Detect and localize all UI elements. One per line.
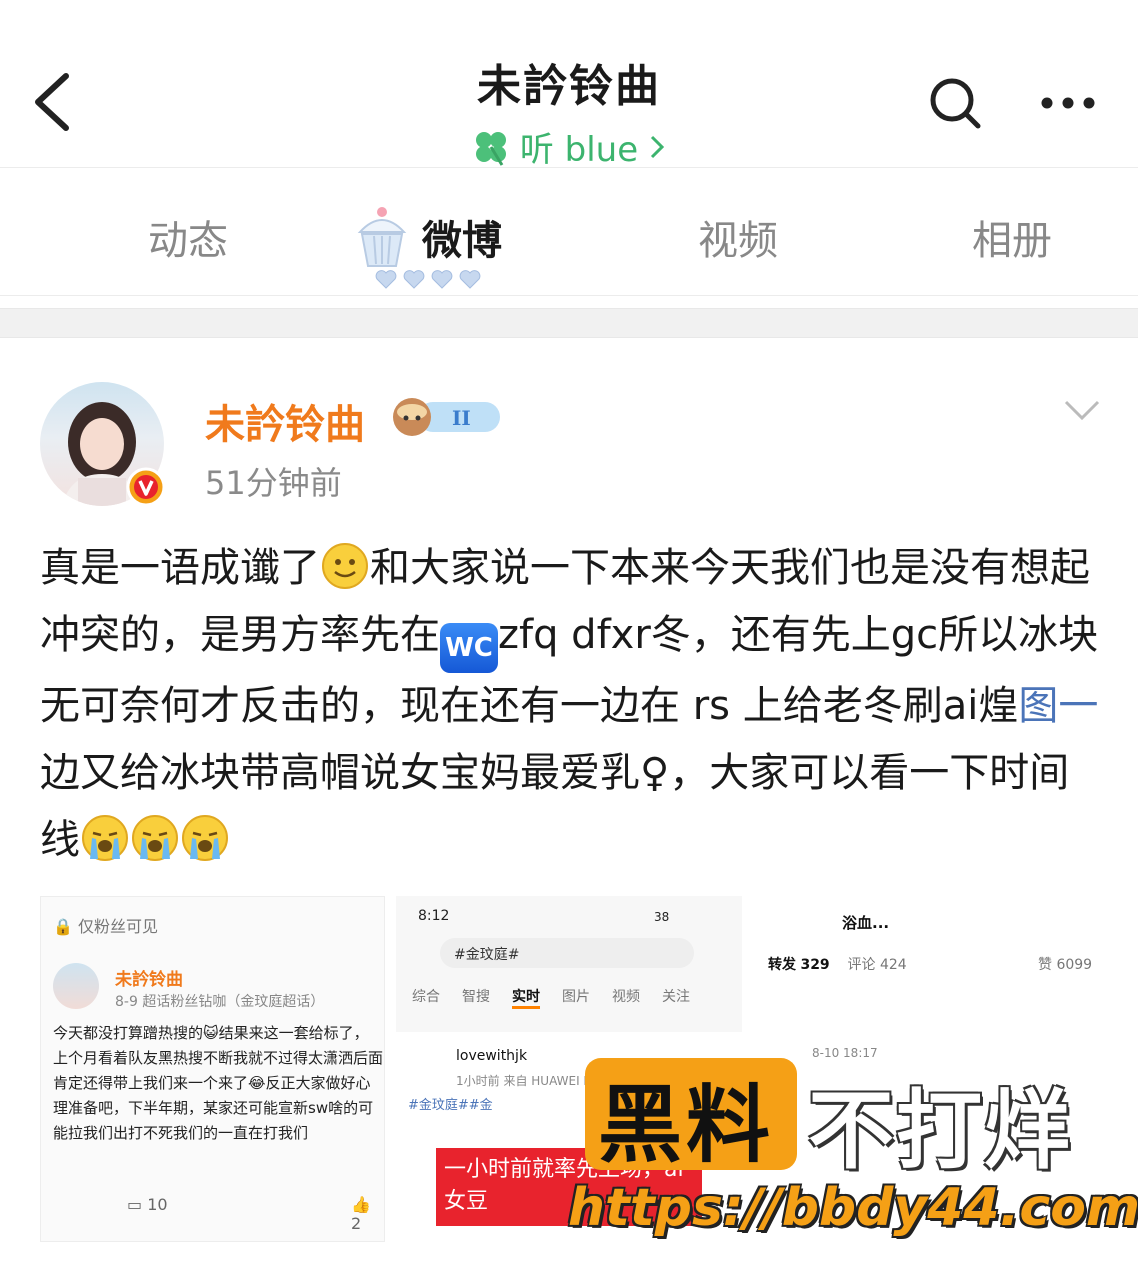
tab-dynamic[interactable]: 动态 (148, 208, 228, 266)
screenshot-search-field: #金玟庭# (440, 938, 694, 968)
screenshot-date: 8-10 18:17 (812, 1046, 878, 1060)
hearts-decoration-icon (375, 270, 481, 289)
tab-weibo[interactable]: 微博 (422, 208, 502, 266)
tab-album[interactable]: 相册 (972, 208, 1052, 266)
comment-count-value: 10 (147, 1195, 168, 1214)
tab-label-active: 实时 (512, 986, 540, 1009)
like-count: 👍 2 (351, 1195, 384, 1233)
screenshot-tabs: 综合 智搜 实时 图片 视频 关注 (412, 986, 732, 1009)
tab-label: 视频 (612, 989, 640, 1005)
post-text-part-1: 真是一语成谶了 (40, 545, 320, 591)
screenshot-username: lovewithjk (456, 1048, 528, 1064)
wc-emoji-badge: WC (440, 623, 498, 673)
post-time: 51分钟前 (205, 464, 342, 502)
screenshot-likes: 赞 6099 (1038, 954, 1092, 974)
smile-emoji-icon (322, 543, 368, 589)
cupcake-decoration-icon (357, 207, 407, 267)
author-name[interactable]: 未訡铃曲 (205, 392, 365, 450)
chevron-right-icon (651, 135, 665, 158)
post-text: 真是一语成谶了 和大家说一下本来今天我们也是没有想起冲突的，是男方率先在 WC zfq… (40, 535, 1100, 874)
post-image-1[interactable]: 🔒 仅粉丝可见 未訡铃曲 8-9 超话粉丝钻咖（金玟庭超话） 今天都没打算蹭热搜… (40, 896, 385, 1242)
lock-icon: 🔒 (53, 917, 73, 936)
more-options-icon[interactable] (1040, 96, 1096, 110)
comment-count: ▭ 10 (127, 1195, 168, 1214)
tab-label: 综合 (412, 989, 440, 1005)
level-text: II (452, 406, 471, 430)
comment-icon: ▭ (127, 1195, 143, 1214)
comments-value: 424 (879, 957, 907, 973)
likes-label: 赞 (1038, 957, 1052, 973)
fan-level-badge-icon: II (393, 398, 500, 436)
screenshot-post-text: 今天都没打算蹭热搜的😺结果来这一套给标了，上个月看着队友黑热搜不断我就不过得太潇… (53, 1024, 384, 1142)
screenshot-meta: 1小时前 来自 HUAWEI P (456, 1074, 591, 1088)
screenshot-hashtag: #金玟庭##金 (408, 1098, 493, 1113)
watermark-text-white: 不打烊 (808, 1081, 1072, 1181)
chevron-down-icon[interactable] (1062, 398, 1102, 422)
tab-video[interactable]: 视频 (698, 208, 778, 266)
thumbs-up-icon: 👍 (351, 1195, 371, 1214)
watermark-url: https://bbdy44.com (568, 1178, 1138, 1238)
like-count-value: 2 (351, 1214, 362, 1233)
crying-emoji-icon (82, 815, 128, 861)
subtitle-link[interactable]: 听 blue (472, 122, 666, 171)
search-icon[interactable] (928, 76, 982, 130)
comments-label: 评论 (847, 957, 876, 973)
likes-value: 6099 (1056, 957, 1093, 973)
profile-tabs: 动态 微博 视频 相册 (0, 168, 1138, 296)
fans-only-label: 🔒 仅粉丝可见 (53, 913, 158, 937)
watermark-text-black: 黑料 (598, 1076, 775, 1174)
subtitle-text: 听 blue (519, 130, 639, 170)
fans-only-text: 仅粉丝可见 (78, 917, 159, 936)
verified-badge-icon (126, 467, 166, 507)
tab-label: 智搜 (462, 989, 490, 1005)
screenshot-author-name: 未訡铃曲 (115, 970, 183, 990)
status-bar-time: 8:12 (418, 908, 450, 924)
tab-label: 图片 (562, 989, 590, 1005)
screenshot-username: 浴血... (842, 914, 890, 932)
screenshot-stats: 转发 329 评论 424 (768, 954, 907, 974)
screenshot-meta: 8-9 超话粉丝钻咖（金玟庭超话） (115, 994, 325, 1010)
clover-icon (475, 131, 506, 166)
crying-emoji-icon (182, 815, 228, 861)
battery-level: 38 (654, 910, 670, 924)
section-divider (0, 308, 1138, 338)
avatar (53, 963, 99, 1009)
tab-label: 关注 (662, 989, 690, 1005)
reposts-value: 329 (800, 957, 830, 973)
crying-emoji-icon (132, 815, 178, 861)
image-link[interactable]: 图一 (1018, 683, 1098, 729)
reposts-label: 转发 (768, 957, 796, 973)
top-navigation-bar: 未訡铃曲 听 blue (0, 0, 1138, 171)
